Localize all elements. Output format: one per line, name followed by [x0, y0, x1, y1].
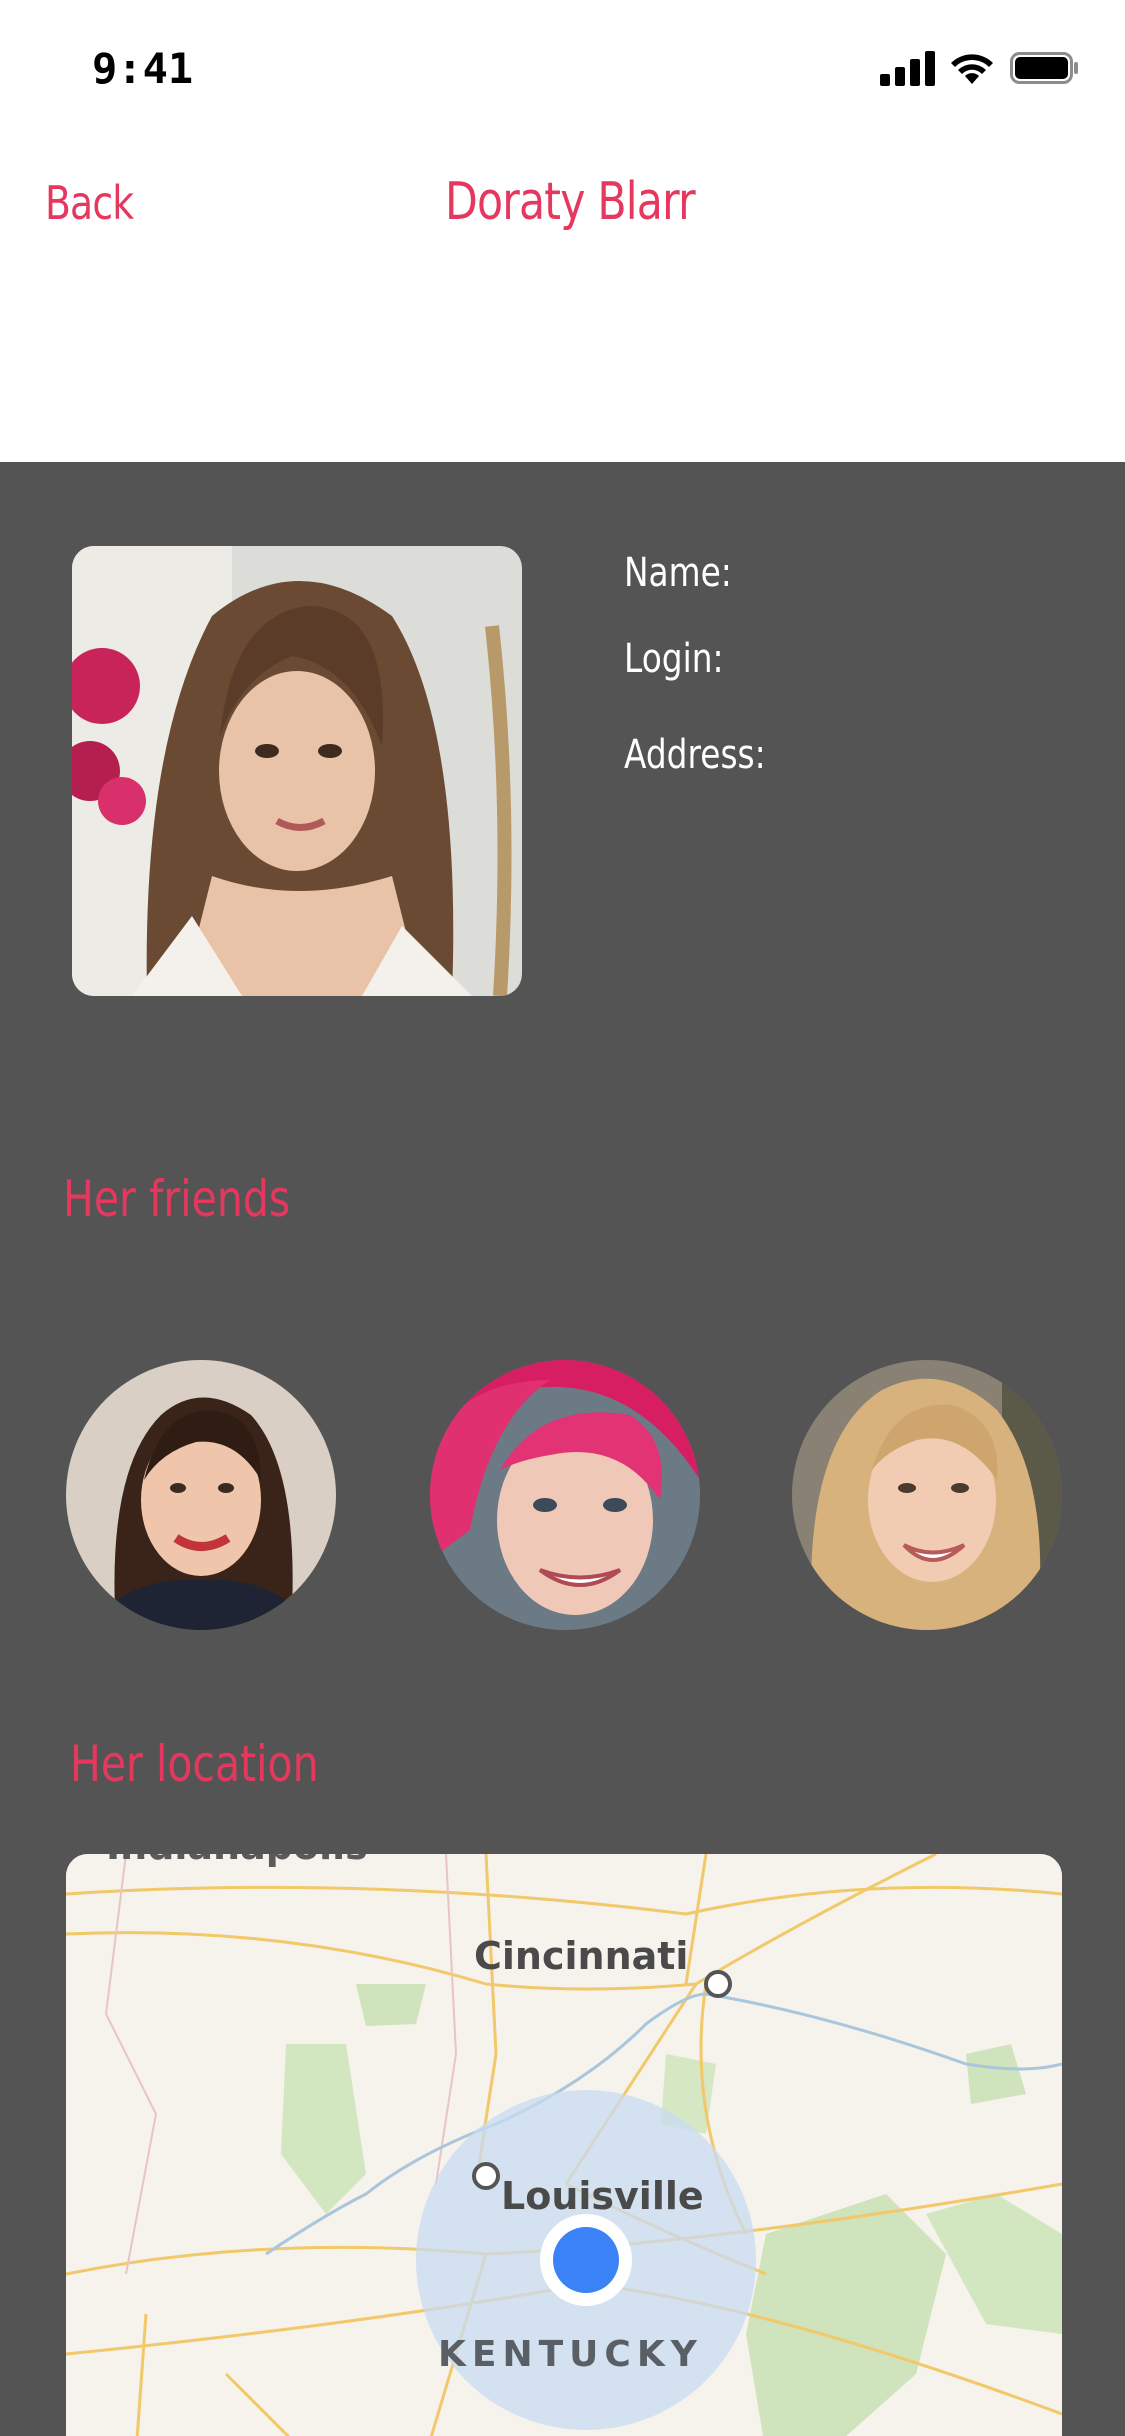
status-bar: 9:41: [0, 0, 1125, 140]
login-label: Login:: [624, 636, 724, 682]
name-label: Name:: [624, 550, 732, 596]
map-label-cincinnati: Cincinnati: [474, 1934, 689, 1978]
wifi-icon: [951, 54, 993, 84]
navigation-bar: Back Doraty Blarr: [0, 140, 1125, 462]
back-button[interactable]: Back: [45, 176, 134, 230]
friend-avatar-1[interactable]: [66, 1360, 336, 1630]
cellular-signal-icon: [880, 50, 936, 86]
friend-avatar-3[interactable]: [792, 1360, 1062, 1630]
map-label-louisville: Louisville: [501, 2174, 704, 2218]
address-label: Address:: [624, 732, 766, 778]
page-title: Doraty Blarr: [445, 172, 696, 232]
battery-icon: [1010, 52, 1078, 84]
status-time: 9:41: [92, 44, 194, 93]
profile-photo: [72, 546, 522, 996]
location-map[interactable]: Indianapolis Cincinnati Louisville KENTU…: [66, 1854, 1062, 2436]
map-label-state: KENTUCKY: [438, 2334, 703, 2375]
friend-avatar-2[interactable]: [430, 1360, 700, 1630]
friends-section-title: Her friends: [63, 1170, 291, 1228]
map-label-partial-city: Indianapolis: [106, 1854, 368, 1868]
location-section-title: Her location: [70, 1735, 319, 1793]
